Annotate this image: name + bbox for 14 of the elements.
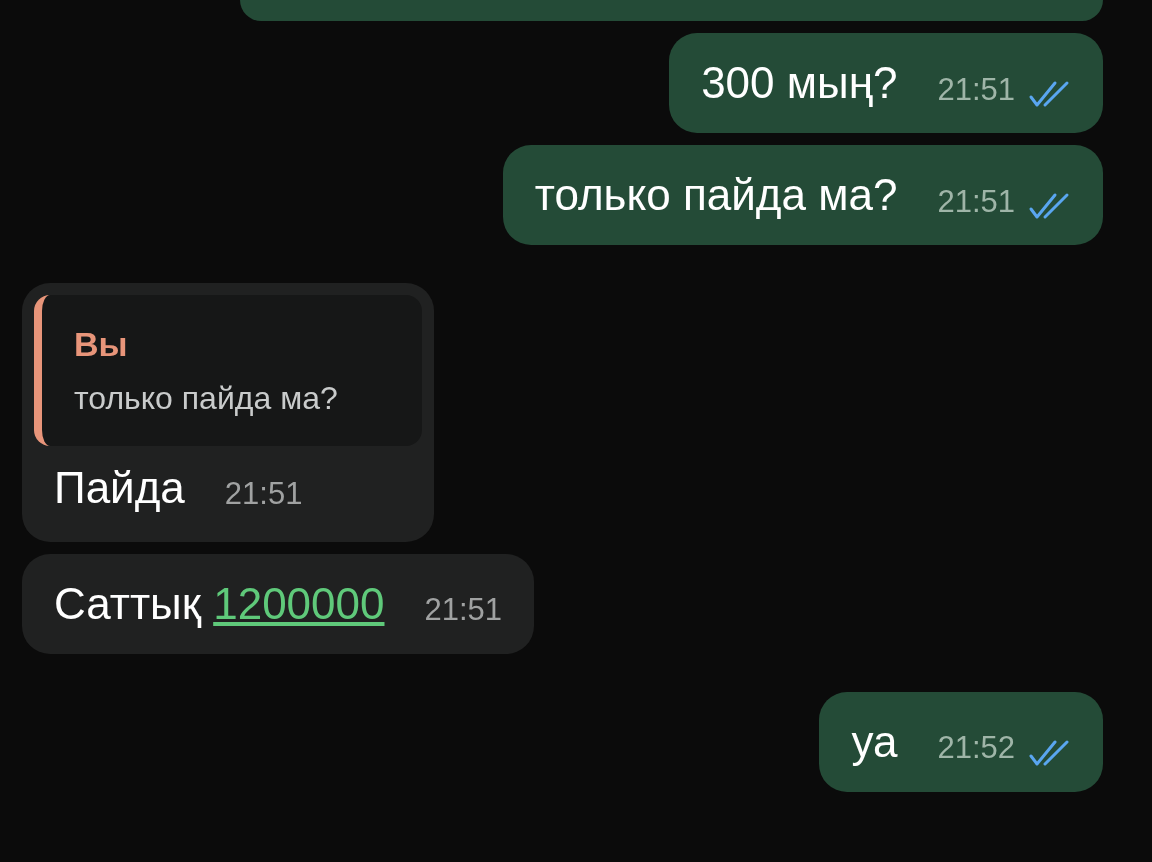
reply-text: только пайда ма? bbox=[74, 378, 339, 418]
message-time: 21:51 bbox=[937, 70, 1015, 109]
message-time: 21:51 bbox=[937, 182, 1015, 221]
message-text: только пайда ма? bbox=[534, 169, 898, 221]
message-text: Саттық 1200000 bbox=[54, 577, 385, 630]
reply-author: Вы bbox=[74, 324, 129, 365]
reply-quote[interactable]: Вы только пайда ма? bbox=[34, 295, 422, 446]
message-time: 21:51 bbox=[424, 591, 503, 629]
message-text: уа bbox=[851, 715, 898, 768]
message-text: Пайда bbox=[54, 461, 185, 514]
message-text: 300 мың? bbox=[701, 57, 898, 109]
message-time: 21:51 bbox=[224, 475, 303, 513]
message-time: 21:52 bbox=[937, 729, 1015, 767]
number-link[interactable]: 1200000 bbox=[213, 578, 385, 628]
